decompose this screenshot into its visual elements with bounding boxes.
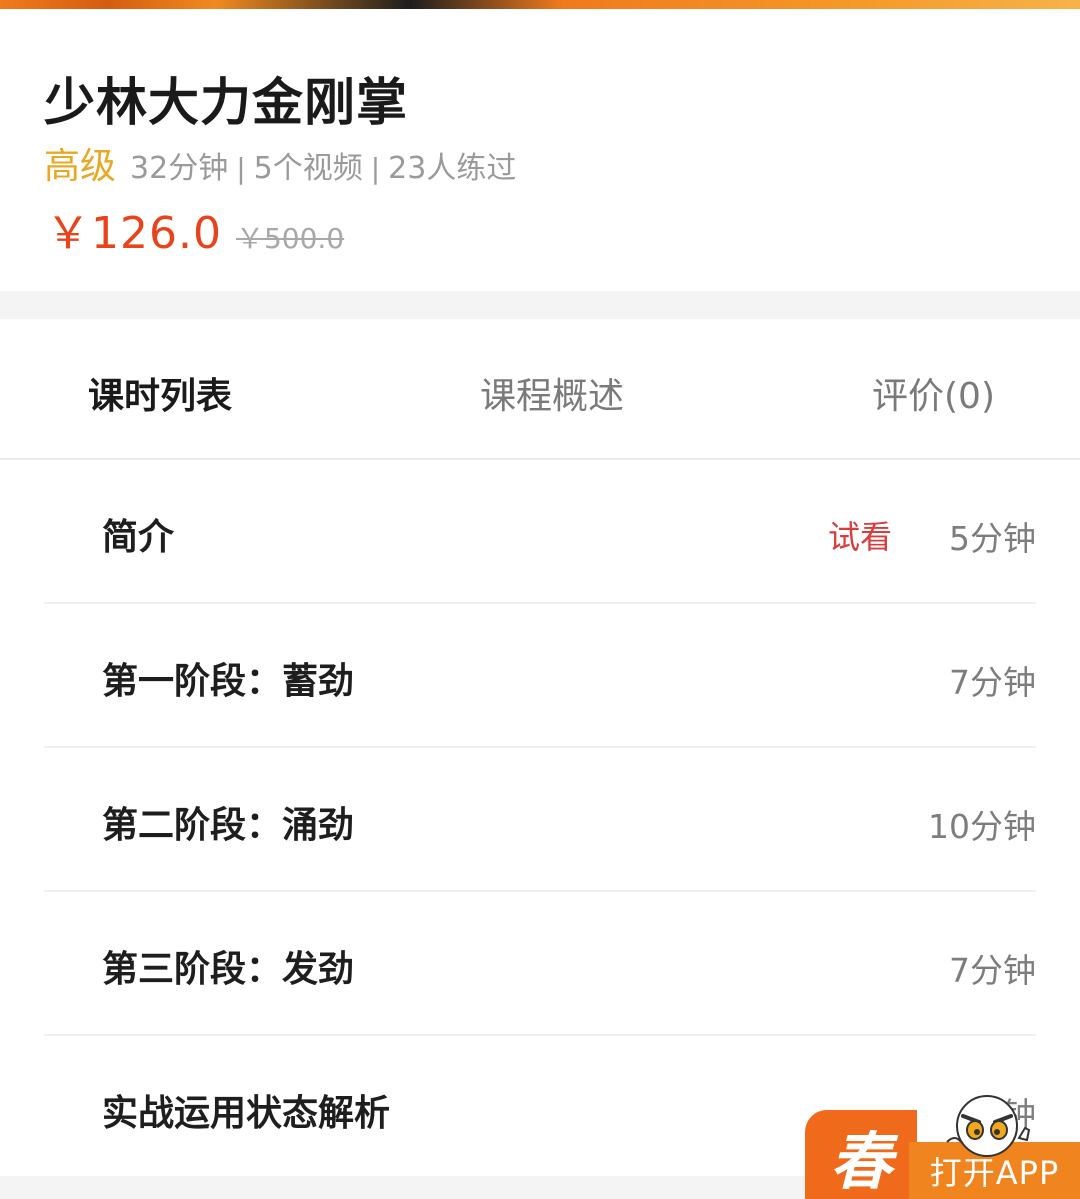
current-price: ￥126.0: [46, 208, 222, 259]
lesson-item-stage-1[interactable]: 第一阶段：蓄劲 7分钟: [44, 604, 1036, 748]
lesson-list: 简介 试看 5分钟 第一阶段：蓄劲 7分钟 第二阶段：涌劲 10分钟 第三阶段：…: [0, 460, 1080, 1180]
lesson-title: 第一阶段：蓄劲: [102, 661, 355, 702]
price-row: ￥126.0 ￥500.0: [46, 197, 344, 261]
top-banner-image: [0, 0, 1080, 9]
preview-badge[interactable]: 试看: [828, 512, 892, 558]
lesson-item-stage-2[interactable]: 第二阶段：涌劲 10分钟: [44, 748, 1036, 892]
lesson-title: 第二阶段：涌劲: [102, 805, 355, 846]
meta-separator: |: [370, 152, 381, 185]
lesson-title: 简介: [102, 517, 175, 558]
mascot-icon: [946, 1095, 1031, 1157]
lesson-duration: 7分钟: [949, 951, 1036, 990]
course-meta: 高级 32分钟 | 5个视频 | 23人练过: [44, 137, 516, 187]
lesson-duration: 7分钟: [949, 663, 1036, 702]
tab-course-overview[interactable]: 课程概述: [480, 367, 624, 419]
app-logo-icon: 春: [805, 1110, 917, 1199]
course-duration: 32分钟: [130, 151, 229, 186]
course-title: 少林大力金刚掌: [44, 74, 409, 133]
section-divider: [0, 291, 1080, 319]
tab-reviews[interactable]: 评价(0): [872, 367, 995, 419]
course-video-count: 5个视频: [253, 151, 363, 186]
lesson-title: 第三阶段：发劲: [102, 949, 355, 990]
open-app-button[interactable]: 春 打开APP: [805, 1090, 1080, 1199]
lesson-item-stage-3[interactable]: 第三阶段：发劲 7分钟: [44, 892, 1036, 1036]
lesson-title: 实战运用状态解析: [102, 1093, 391, 1134]
tab-lesson-list[interactable]: 课时列表: [88, 367, 232, 419]
original-price: ￥500.0: [235, 222, 345, 255]
meta-separator: |: [236, 152, 246, 185]
course-header: 少林大力金刚掌 高级 32分钟 | 5个视频 | 23人练过 ￥126.0 ￥5…: [0, 9, 1080, 291]
lesson-duration: 10分钟: [928, 807, 1036, 846]
lesson-item-intro[interactable]: 简介 试看 5分钟: [44, 460, 1036, 604]
lesson-duration: 5分钟: [949, 519, 1036, 558]
course-tabs: 课时列表 课程概述 评价(0): [0, 319, 1080, 460]
course-level-badge: 高级: [44, 146, 117, 187]
course-learner-count: 23人练过: [388, 151, 517, 186]
